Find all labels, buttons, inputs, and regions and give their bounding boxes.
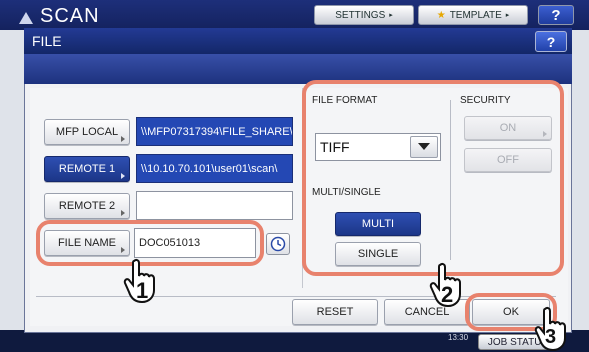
remote2-button[interactable]: REMOTE 2 [44, 193, 130, 219]
chevron-icon: ▸ [389, 12, 393, 19]
template-button[interactable]: ★ TEMPLATE ▸ [418, 5, 528, 25]
remote1-path: \\10.10.70.101\user01\scan\ [136, 154, 293, 183]
chevron-icon: ▸ [505, 12, 510, 19]
clock-text: 13:30 [448, 333, 469, 342]
step-1-number: 1 [136, 278, 149, 303]
step-2-number: 2 [441, 282, 454, 307]
settings-label: SETTINGS [335, 9, 386, 21]
template-label: TEMPLATE [449, 9, 502, 21]
reset-button[interactable]: RESET [292, 299, 378, 325]
dialog-help-button[interactable]: ? [535, 31, 567, 52]
dialog-title-bar [24, 28, 572, 54]
dialog-title: FILE [32, 33, 62, 49]
mfp-local-path: \\MFP07317394\FILE_SHARE\ [136, 117, 293, 146]
clock-icon[interactable] [266, 233, 290, 255]
remote1-button[interactable]: REMOTE 1 [44, 156, 130, 182]
settings-button[interactable]: SETTINGS ▸ [314, 5, 414, 25]
arrow-icon [121, 173, 125, 179]
star-icon: ★ [436, 9, 446, 21]
mfp-local-label: MFP LOCAL [55, 126, 119, 138]
arrow-icon [121, 136, 125, 142]
highlight-format-panel [302, 80, 564, 276]
mfp-local-button[interactable]: MFP LOCAL [44, 119, 130, 145]
scan-logo-icon [19, 12, 33, 24]
step-3-number: 3 [545, 326, 557, 348]
remote2-path [136, 191, 293, 220]
help-button[interactable]: ? [538, 5, 574, 25]
remote2-label: REMOTE 2 [58, 200, 116, 212]
remote1-label: REMOTE 1 [58, 163, 116, 175]
arrow-icon [121, 210, 125, 216]
scan-title: SCAN [40, 5, 100, 27]
